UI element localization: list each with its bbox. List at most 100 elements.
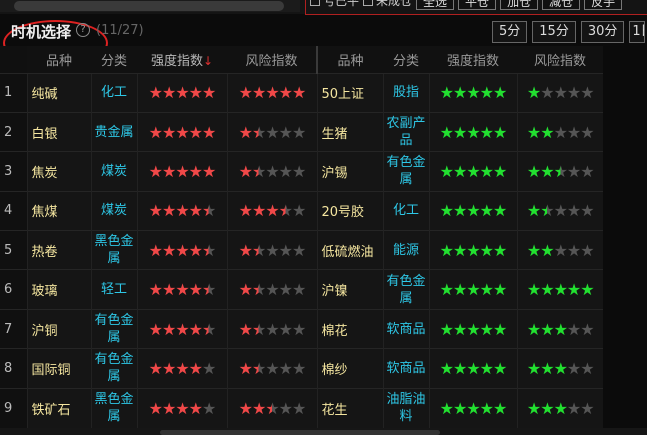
header-category-left[interactable]: 分类 [91, 46, 137, 73]
star-icon: ★ [540, 161, 554, 181]
header-category-right[interactable]: 分类 [383, 46, 429, 73]
star-icon: ★ [175, 398, 189, 418]
star-icon: ★ [540, 319, 554, 339]
product-name: 纯碱 [26, 72, 91, 113]
star-icon: ★ [292, 358, 306, 378]
help-icon[interactable]: ? [76, 23, 90, 37]
header-name-right[interactable]: 品种 [316, 46, 383, 73]
timeframe-30m-button[interactable]: 30分 [580, 21, 625, 43]
table-row[interactable]: 7 沪铜 有色金属 ★★★★★ ★★★★★ 棉花 软商品 ★★★★★ ★★★★★ [0, 308, 603, 349]
order-toolbar: 亏已平 未成仓 全选 平仓 加仓 减仓 反手 [310, 0, 623, 10]
risk-rating: ★★★★★ [226, 190, 317, 231]
star-icon: ★ [493, 319, 507, 339]
select-all-button[interactable]: 全选 [416, 0, 455, 10]
checkbox-label: 亏已平 [323, 0, 360, 8]
product-name: 棉纱 [316, 348, 383, 389]
horizontal-scrollbar[interactable] [0, 0, 300, 12]
strength-rating: ★★★★★ [428, 387, 517, 428]
star-icon: ★ [202, 201, 216, 221]
close-position-button[interactable]: 平仓 [458, 0, 497, 10]
header-risk-right[interactable]: 风险指数 [517, 46, 603, 73]
risk-rating: ★★★★★ [226, 111, 317, 152]
star-icon: ★ [493, 161, 507, 181]
star-icon: ★ [265, 240, 279, 260]
table-row[interactable]: 3 焦炭 煤炭 ★★★★★ ★★★★★ 沪锡 有色金属 ★★★★★ ★★★★★ [0, 151, 603, 192]
product-category: 化工 [90, 72, 137, 113]
table-row[interactable]: 4 焦煤 煤炭 ★★★★★ ★★★★★ 20号胶 化工 ★★★★★ ★★★★★ [0, 190, 603, 231]
star-icon: ★ [161, 161, 176, 181]
star-icon: ★ [202, 280, 216, 300]
header-strength-left[interactable]: 强度指数↓ [137, 46, 227, 73]
star-icon: ★ [493, 83, 507, 103]
star-icon: ★ [439, 240, 454, 260]
table-row[interactable]: 8 国际铜 有色金属 ★★★★★ ★★★★★ 棉纱 软商品 ★★★★★ ★★★★★ [0, 348, 603, 389]
highlight-border [305, 0, 306, 15]
table-row[interactable]: 9 铁矿石 黑色金属 ★★★★★ ★★★★★ 花生 油脂油料 ★★★★★ ★★★★★ [0, 387, 603, 428]
star-icon: ★ [466, 122, 480, 142]
star-icon: ★ [292, 319, 306, 339]
star-icon: ★ [251, 161, 266, 181]
star-icon: ★ [188, 83, 203, 103]
timeframe-1d-button[interactable]: 1日 [629, 21, 646, 43]
star-icon: ★ [526, 319, 541, 339]
risk-rating: ★★★★★ [516, 72, 603, 113]
strength-rating: ★★★★★ [136, 230, 227, 270]
checkbox-icon[interactable] [310, 0, 320, 6]
star-icon: ★ [540, 398, 554, 418]
table-row[interactable]: 6 玻璃 轻工 ★★★★★ ★★★★★ 沪镍 有色金属 ★★★★★ ★★★★★ [0, 269, 603, 310]
checkbox-unfilled[interactable]: 未成仓 [363, 0, 412, 10]
product-name: 铁矿石 [26, 387, 91, 428]
star-icon: ★ [526, 280, 541, 300]
reduce-position-button[interactable]: 减仓 [542, 0, 581, 10]
star-icon: ★ [202, 83, 216, 103]
star-icon: ★ [526, 122, 541, 142]
product-name: 50上证 [316, 72, 383, 113]
star-icon: ★ [540, 280, 554, 300]
star-icon: ★ [265, 358, 279, 378]
star-icon: ★ [251, 240, 266, 260]
timeframe-5m-button[interactable]: 5分 [492, 21, 528, 43]
table-row[interactable]: 5 热卷 黑色金属 ★★★★★ ★★★★★ 低硫燃油 能源 ★★★★★ ★★★★★ [0, 230, 603, 270]
star-icon: ★ [148, 319, 163, 339]
row-index: 7 [0, 308, 27, 349]
header-risk-left[interactable]: 风险指数 [227, 46, 317, 73]
strength-rating: ★★★★★ [428, 269, 517, 310]
reverse-position-button[interactable]: 反手 [584, 0, 623, 10]
star-icon: ★ [452, 398, 467, 418]
star-icon: ★ [493, 122, 507, 142]
product-name: 低硫燃油 [316, 230, 383, 270]
add-position-button[interactable]: 加仓 [500, 0, 539, 10]
risk-rating: ★★★★★ [226, 72, 317, 113]
star-icon: ★ [175, 161, 189, 181]
header-strength-right[interactable]: 强度指数 [429, 46, 517, 73]
star-icon: ★ [526, 83, 541, 103]
star-icon: ★ [238, 319, 253, 339]
risk-rating: ★★★★★ [516, 269, 603, 310]
checkbox-profit[interactable]: 亏已平 [310, 0, 359, 10]
strength-rating: ★★★★★ [136, 387, 227, 428]
table-row[interactable]: 1 纯碱 化工 ★★★★★ ★★★★★ 50上证 股指 ★★★★★ ★★★★★ [0, 72, 603, 113]
star-icon: ★ [161, 122, 176, 142]
product-category: 能源 [382, 230, 429, 270]
star-icon: ★ [161, 201, 176, 221]
star-icon: ★ [439, 161, 454, 181]
star-icon: ★ [479, 319, 494, 339]
star-icon: ★ [161, 83, 176, 103]
timeframe-15m-button[interactable]: 15分 [532, 21, 576, 43]
star-icon: ★ [278, 201, 293, 221]
star-icon: ★ [553, 398, 568, 418]
star-icon: ★ [493, 280, 507, 300]
bottom-scrollbar-thumb[interactable] [160, 430, 440, 435]
scrollbar-thumb[interactable] [14, 1, 284, 11]
star-icon: ★ [580, 201, 594, 221]
star-icon: ★ [566, 161, 581, 181]
table-row[interactable]: 2 白银 贵金属 ★★★★★ ★★★★★ 生猪 农副产品 ★★★★★ ★★★★★ [0, 111, 603, 152]
header-name-left[interactable]: 品种 [27, 46, 91, 73]
star-icon: ★ [292, 280, 306, 300]
product-category: 有色金属 [382, 151, 429, 192]
product-name: 玻璃 [26, 269, 91, 310]
product-category: 黑色金属 [90, 230, 137, 270]
star-icon: ★ [580, 122, 594, 142]
product-category: 有色金属 [382, 269, 429, 310]
checkbox-icon[interactable] [363, 0, 374, 6]
